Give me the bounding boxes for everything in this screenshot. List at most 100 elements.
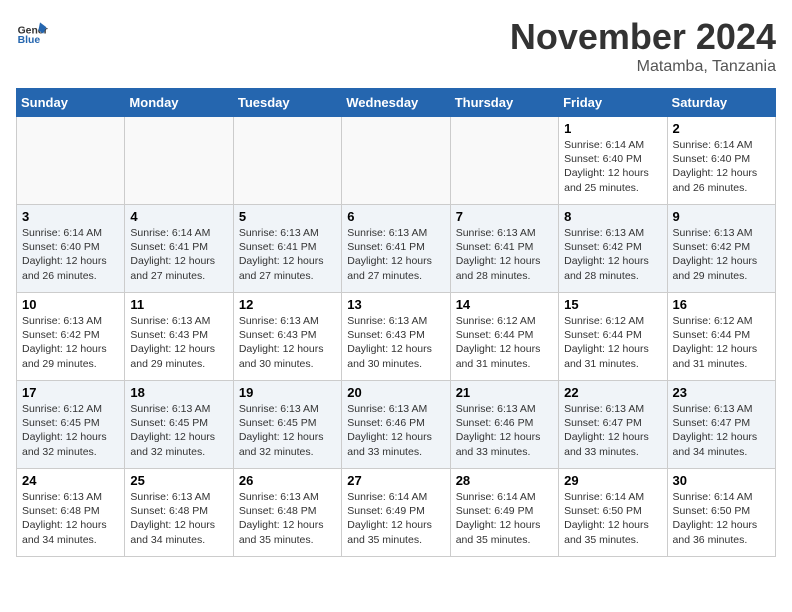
- day-info: Sunrise: 6:13 AM Sunset: 6:42 PM Dayligh…: [564, 226, 661, 283]
- month-title: November 2024: [510, 16, 776, 58]
- day-info: Sunrise: 6:14 AM Sunset: 6:40 PM Dayligh…: [22, 226, 119, 283]
- day-info: Sunrise: 6:13 AM Sunset: 6:46 PM Dayligh…: [347, 402, 444, 459]
- day-info: Sunrise: 6:14 AM Sunset: 6:49 PM Dayligh…: [456, 490, 553, 547]
- calendar-cell: [125, 117, 233, 205]
- day-info: Sunrise: 6:13 AM Sunset: 6:42 PM Dayligh…: [673, 226, 770, 283]
- calendar-cell: 6 Sunrise: 6:13 AM Sunset: 6:41 PM Daylig…: [342, 205, 450, 293]
- calendar-cell: 3 Sunrise: 6:14 AM Sunset: 6:40 PM Daylig…: [17, 205, 125, 293]
- day-number: 30: [673, 473, 770, 488]
- calendar-cell: 25 Sunrise: 6:13 AM Sunset: 6:48 PM Dayli…: [125, 469, 233, 557]
- day-info: Sunrise: 6:13 AM Sunset: 6:48 PM Dayligh…: [239, 490, 336, 547]
- day-number: 6: [347, 209, 444, 224]
- weekday-header-thursday: Thursday: [450, 89, 558, 117]
- day-number: 22: [564, 385, 661, 400]
- day-number: 29: [564, 473, 661, 488]
- day-info: Sunrise: 6:14 AM Sunset: 6:50 PM Dayligh…: [673, 490, 770, 547]
- day-number: 14: [456, 297, 553, 312]
- calendar-cell: 28 Sunrise: 6:14 AM Sunset: 6:49 PM Dayli…: [450, 469, 558, 557]
- day-info: Sunrise: 6:13 AM Sunset: 6:41 PM Dayligh…: [239, 226, 336, 283]
- calendar-cell: 9 Sunrise: 6:13 AM Sunset: 6:42 PM Daylig…: [667, 205, 775, 293]
- day-number: 13: [347, 297, 444, 312]
- day-number: 23: [673, 385, 770, 400]
- day-info: Sunrise: 6:13 AM Sunset: 6:45 PM Dayligh…: [239, 402, 336, 459]
- day-number: 5: [239, 209, 336, 224]
- weekday-header-wednesday: Wednesday: [342, 89, 450, 117]
- weekday-header-tuesday: Tuesday: [233, 89, 341, 117]
- calendar-cell: 17 Sunrise: 6:12 AM Sunset: 6:45 PM Dayli…: [17, 381, 125, 469]
- day-info: Sunrise: 6:13 AM Sunset: 6:41 PM Dayligh…: [347, 226, 444, 283]
- calendar-cell: 18 Sunrise: 6:13 AM Sunset: 6:45 PM Dayli…: [125, 381, 233, 469]
- calendar-cell: 8 Sunrise: 6:13 AM Sunset: 6:42 PM Daylig…: [559, 205, 667, 293]
- day-number: 9: [673, 209, 770, 224]
- calendar-cell: 1 Sunrise: 6:14 AM Sunset: 6:40 PM Daylig…: [559, 117, 667, 205]
- calendar-cell: 30 Sunrise: 6:14 AM Sunset: 6:50 PM Dayli…: [667, 469, 775, 557]
- title-area: November 2024 Matamba, Tanzania: [510, 16, 776, 76]
- day-number: 19: [239, 385, 336, 400]
- weekday-header-saturday: Saturday: [667, 89, 775, 117]
- day-info: Sunrise: 6:13 AM Sunset: 6:43 PM Dayligh…: [239, 314, 336, 371]
- day-number: 26: [239, 473, 336, 488]
- svg-text:Blue: Blue: [18, 35, 41, 46]
- day-number: 16: [673, 297, 770, 312]
- calendar-week-4: 17 Sunrise: 6:12 AM Sunset: 6:45 PM Dayli…: [17, 381, 776, 469]
- day-info: Sunrise: 6:14 AM Sunset: 6:50 PM Dayligh…: [564, 490, 661, 547]
- day-info: Sunrise: 6:13 AM Sunset: 6:42 PM Dayligh…: [22, 314, 119, 371]
- calendar-week-3: 10 Sunrise: 6:13 AM Sunset: 6:42 PM Dayli…: [17, 293, 776, 381]
- day-info: Sunrise: 6:13 AM Sunset: 6:43 PM Dayligh…: [130, 314, 227, 371]
- day-info: Sunrise: 6:13 AM Sunset: 6:45 PM Dayligh…: [130, 402, 227, 459]
- calendar-cell: 5 Sunrise: 6:13 AM Sunset: 6:41 PM Daylig…: [233, 205, 341, 293]
- calendar-cell: 21Sunrise: 6:13 AM Sunset: 6:46 PM Dayli…: [450, 381, 558, 469]
- day-info: Sunrise: 6:13 AM Sunset: 6:48 PM Dayligh…: [22, 490, 119, 547]
- day-number: 24: [22, 473, 119, 488]
- calendar-cell: 12 Sunrise: 6:13 AM Sunset: 6:43 PM Dayli…: [233, 293, 341, 381]
- day-number: 28: [456, 473, 553, 488]
- day-info: Sunrise: 6:14 AM Sunset: 6:40 PM Dayligh…: [564, 138, 661, 195]
- day-number: 11: [130, 297, 227, 312]
- day-number: 1: [564, 121, 661, 136]
- day-number: 4: [130, 209, 227, 224]
- calendar-cell: 29 Sunrise: 6:14 AM Sunset: 6:50 PM Dayli…: [559, 469, 667, 557]
- calendar-week-5: 24 Sunrise: 6:13 AM Sunset: 6:48 PM Dayli…: [17, 469, 776, 557]
- day-info: Sunrise: 6:13 AM Sunset: 6:41 PM Dayligh…: [456, 226, 553, 283]
- calendar-week-1: 1 Sunrise: 6:14 AM Sunset: 6:40 PM Daylig…: [17, 117, 776, 205]
- day-number: 21: [456, 385, 553, 400]
- day-number: 2: [673, 121, 770, 136]
- day-info: Sunrise: 6:13 AM Sunset: 6:48 PM Dayligh…: [130, 490, 227, 547]
- location: Matamba, Tanzania: [510, 58, 776, 76]
- calendar-cell: 22 Sunrise: 6:13 AM Sunset: 6:47 PM Dayli…: [559, 381, 667, 469]
- day-number: 7: [456, 209, 553, 224]
- day-number: 8: [564, 209, 661, 224]
- weekday-header-monday: Monday: [125, 89, 233, 117]
- calendar-cell: 27 Sunrise: 6:14 AM Sunset: 6:49 PM Dayli…: [342, 469, 450, 557]
- day-number: 20: [347, 385, 444, 400]
- calendar-cell: 26 Sunrise: 6:13 AM Sunset: 6:48 PM Dayli…: [233, 469, 341, 557]
- day-number: 27: [347, 473, 444, 488]
- calendar-cell: 10 Sunrise: 6:13 AM Sunset: 6:42 PM Dayli…: [17, 293, 125, 381]
- day-info: Sunrise: 6:13 AM Sunset: 6:47 PM Dayligh…: [564, 402, 661, 459]
- calendar-cell: 14 Sunrise: 6:12 AM Sunset: 6:44 PM Dayli…: [450, 293, 558, 381]
- logo: General Blue: [16, 16, 48, 48]
- calendar-cell: 13 Sunrise: 6:13 AM Sunset: 6:43 PM Dayli…: [342, 293, 450, 381]
- weekday-header-row: SundayMondayTuesdayWednesdayThursdayFrid…: [17, 89, 776, 117]
- day-info: Sunrise: 6:14 AM Sunset: 6:40 PM Dayligh…: [673, 138, 770, 195]
- day-info: Sunrise: 6:13 AM Sunset: 6:47 PM Dayligh…: [673, 402, 770, 459]
- day-number: 18: [130, 385, 227, 400]
- day-number: 17: [22, 385, 119, 400]
- day-info: Sunrise: 6:13 AM Sunset: 6:43 PM Dayligh…: [347, 314, 444, 371]
- calendar-cell: [17, 117, 125, 205]
- calendar-week-2: 3 Sunrise: 6:14 AM Sunset: 6:40 PM Daylig…: [17, 205, 776, 293]
- day-number: 15: [564, 297, 661, 312]
- day-info: Sunrise: 6:12 AM Sunset: 6:45 PM Dayligh…: [22, 402, 119, 459]
- day-number: 10: [22, 297, 119, 312]
- day-info: Sunrise: 6:14 AM Sunset: 6:49 PM Dayligh…: [347, 490, 444, 547]
- day-number: 25: [130, 473, 227, 488]
- day-number: 12: [239, 297, 336, 312]
- day-info: Sunrise: 6:14 AM Sunset: 6:41 PM Dayligh…: [130, 226, 227, 283]
- calendar-cell: 7 Sunrise: 6:13 AM Sunset: 6:41 PM Daylig…: [450, 205, 558, 293]
- calendar-cell: 20 Sunrise: 6:13 AM Sunset: 6:46 PM Dayli…: [342, 381, 450, 469]
- day-info: Sunrise: 6:12 AM Sunset: 6:44 PM Dayligh…: [456, 314, 553, 371]
- weekday-header-friday: Friday: [559, 89, 667, 117]
- page-header: General Blue November 2024 Matamba, Tanz…: [16, 16, 776, 76]
- day-number: 3: [22, 209, 119, 224]
- day-info: Sunrise: 6:12 AM Sunset: 6:44 PM Dayligh…: [673, 314, 770, 371]
